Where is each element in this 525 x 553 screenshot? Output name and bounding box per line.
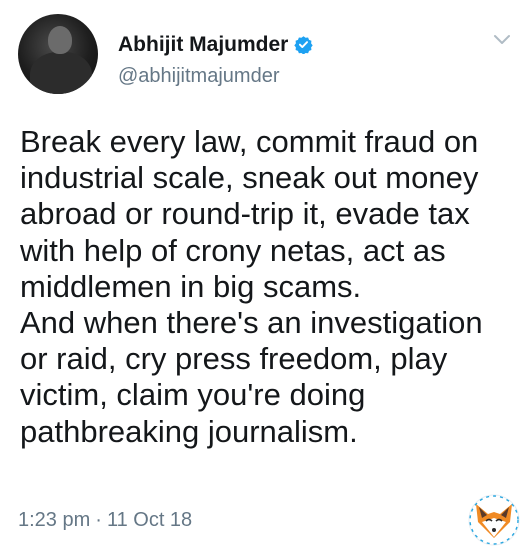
tweet-time: 1:23 pm	[18, 509, 91, 531]
chevron-down-icon[interactable]	[493, 34, 511, 46]
tweet-text: Break every law, commit fraud on industr…	[20, 124, 483, 449]
author-name-row: Abhijit Majumder	[118, 34, 314, 55]
avatar-figure-head	[48, 26, 72, 54]
fox-logo-icon	[468, 494, 520, 546]
avatar[interactable]	[18, 14, 98, 94]
author-display-name[interactable]: Abhijit Majumder	[118, 34, 288, 55]
avatar-figure-body	[30, 52, 92, 94]
tweet-card: Abhijit Majumder @abhijitmajumder Break …	[0, 0, 525, 553]
tweet-timestamp[interactable]: 1:23 pm · 11 Oct 18	[18, 510, 192, 530]
timestamp-separator: ·	[95, 509, 102, 531]
verified-badge-icon	[294, 36, 314, 54]
tweet-date: 11 Oct 18	[106, 509, 193, 531]
author-handle[interactable]: @abhijitmajumder	[118, 66, 279, 86]
